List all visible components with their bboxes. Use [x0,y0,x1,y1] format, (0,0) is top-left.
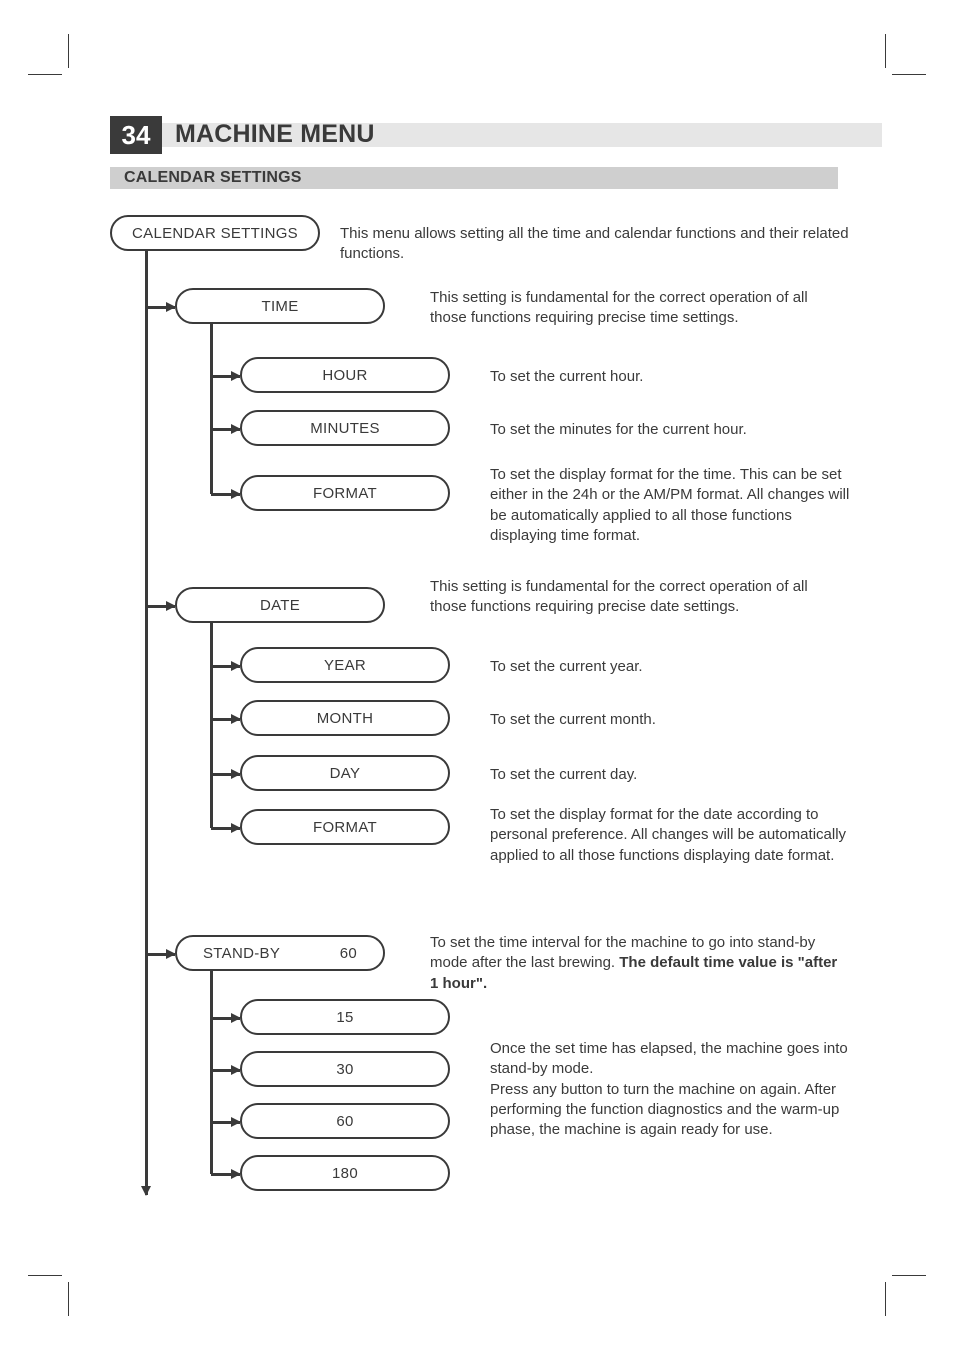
arrow-to-day [211,773,240,776]
time-sub-trunk [210,324,213,494]
arrow-to-time [146,306,175,309]
node-date-format: FORMAT [240,809,450,845]
page-number: 34 [110,116,162,154]
node-minutes: MINUTES [240,410,450,446]
desc-hour: To set the current hour. [490,367,850,387]
desc-date-format: To set the display format for the date a… [490,805,850,866]
arrow-to-date [146,605,175,608]
node-year: YEAR [240,647,450,683]
node-standby: STAND-BY 60 [175,935,385,971]
node-date: DATE [175,587,385,623]
node-day: DAY [240,755,450,791]
node-standby-60: 60 [240,1103,450,1139]
standby-label: STAND-BY [203,945,280,962]
node-standby-30: 30 [240,1051,450,1087]
desc-day: To set the current day. [490,765,850,785]
arrow-to-sb-15 [211,1017,240,1020]
node-standby-15: 15 [240,999,450,1035]
node-standby-180: 180 [240,1155,450,1191]
trunk-line [145,251,148,1195]
node-calendar-settings: CALENDAR SETTINGS [110,215,320,251]
desc-date: This setting is fundamental for the corr… [430,577,840,618]
desc-month: To set the current month. [490,710,850,730]
standby-value: 60 [340,945,357,962]
desc-minutes: To set the minutes for the current hour. [490,420,850,440]
arrow-to-month [211,718,240,721]
desc-standby-options: Once the set time has elapsed, the machi… [490,1039,850,1140]
desc-year: To set the current year. [490,657,850,677]
desc-standby: To set the time interval for the machine… [430,933,840,994]
arrow-to-standby [146,953,175,956]
arrow-to-sb-60 [211,1121,240,1124]
standby-sub-trunk [210,971,213,1174]
date-sub-trunk [210,623,213,828]
arrow-to-sb-180 [211,1173,240,1176]
desc-time-format: To set the display format for the time. … [490,465,850,546]
section-title: CALENDAR SETTINGS [124,169,302,187]
node-hour: HOUR [240,357,450,393]
desc-time: This setting is fundamental for the corr… [430,288,840,329]
arrow-to-hour [211,375,240,378]
arrow-to-time-format [211,493,240,496]
node-time-format: FORMAT [240,475,450,511]
arrow-to-year [211,665,240,668]
page-title: MACHINE MENU [175,120,375,149]
node-month: MONTH [240,700,450,736]
desc-calendar-settings: This menu allows setting all the time an… [340,224,850,265]
arrow-to-date-format [211,827,240,830]
arrow-to-minutes [211,428,240,431]
arrow-to-sb-30 [211,1069,240,1072]
node-time: TIME [175,288,385,324]
section-header: CALENDAR SETTINGS [110,167,838,189]
